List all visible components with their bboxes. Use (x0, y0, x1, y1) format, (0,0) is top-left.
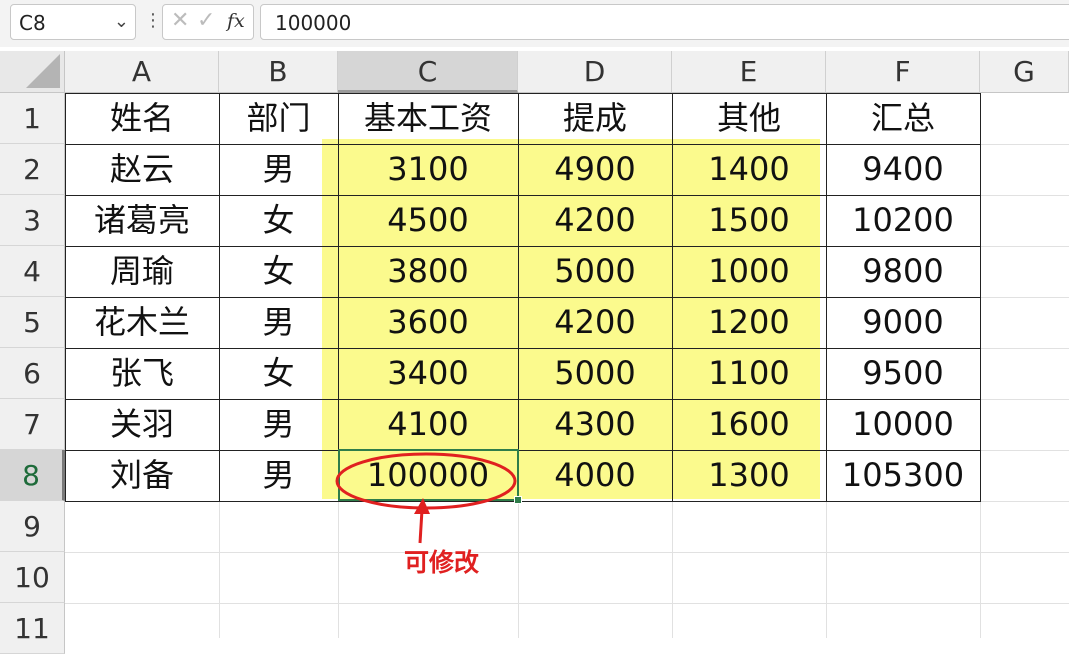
column-header-g[interactable]: G (980, 51, 1069, 93)
cancel-icon[interactable]: ✕ (171, 8, 189, 33)
cell-f7[interactable]: 10000 (826, 399, 980, 450)
cell-a8[interactable]: 刘备 (65, 450, 219, 501)
cell-c2[interactable]: 3100 (338, 144, 518, 195)
cell-b1[interactable]: 部门 (219, 93, 338, 144)
active-cell-c8[interactable] (338, 449, 519, 501)
gridline (65, 603, 1069, 604)
column-header-c[interactable]: C (338, 51, 518, 93)
row-header-2[interactable]: 2 (0, 144, 65, 195)
cell-f6[interactable]: 9500 (826, 348, 980, 399)
column-header-f[interactable]: F (826, 51, 980, 93)
cell-c5[interactable]: 3600 (338, 297, 518, 348)
row-header-4[interactable]: 4 (0, 246, 65, 297)
more-options-icon[interactable]: ⋮ (144, 10, 162, 31)
cell-e7[interactable]: 1600 (672, 399, 826, 450)
fx-icon[interactable]: fx (227, 10, 245, 32)
row-header-8[interactable]: 8 (0, 450, 65, 501)
cell-b5[interactable]: 男 (219, 297, 338, 348)
cell-a4[interactable]: 周瑜 (65, 246, 219, 297)
cell-e4[interactable]: 1000 (672, 246, 826, 297)
chevron-down-icon[interactable]: ⌄ (114, 11, 129, 32)
cell-c7[interactable]: 4100 (338, 399, 518, 450)
cell-f2[interactable]: 9400 (826, 144, 980, 195)
select-all-icon (26, 54, 60, 88)
cell-d3[interactable]: 4200 (518, 195, 672, 246)
row-header-3[interactable]: 3 (0, 195, 65, 246)
formula-bar: C8 ⌄ ⋮ ✕ ✓ fx 100000 (0, 0, 1069, 47)
formula-input[interactable]: 100000 (260, 4, 1069, 40)
cell-a3[interactable]: 诸葛亮 (65, 195, 219, 246)
cell-d5[interactable]: 4200 (518, 297, 672, 348)
cell-d7[interactable]: 4300 (518, 399, 672, 450)
cell-a2[interactable]: 赵云 (65, 144, 219, 195)
select-all-button[interactable] (0, 51, 65, 93)
annotation-arrow (418, 509, 424, 544)
cell-a5[interactable]: 花木兰 (65, 297, 219, 348)
cell-d6[interactable]: 5000 (518, 348, 672, 399)
cell-b4[interactable]: 女 (219, 246, 338, 297)
cell-e5[interactable]: 1200 (672, 297, 826, 348)
cell-a6[interactable]: 张飞 (65, 348, 219, 399)
row-header-9[interactable]: 9 (0, 501, 65, 552)
name-box-value: C8 (19, 11, 46, 35)
cell-c3[interactable]: 4500 (338, 195, 518, 246)
row-header-1[interactable]: 1 (0, 93, 65, 144)
cell-b8[interactable]: 男 (219, 450, 338, 501)
cell-d4[interactable]: 5000 (518, 246, 672, 297)
cell-f4[interactable]: 9800 (826, 246, 980, 297)
cell-d1[interactable]: 提成 (518, 93, 672, 144)
cell-c6[interactable]: 3400 (338, 348, 518, 399)
cell-e2[interactable]: 1400 (672, 144, 826, 195)
cell-c1[interactable]: 基本工资 (338, 93, 518, 144)
name-box[interactable]: C8 ⌄ (10, 4, 136, 40)
cell-d8[interactable]: 4000 (518, 450, 672, 501)
column-header-b[interactable]: B (219, 51, 338, 93)
gridline (65, 552, 1069, 553)
annotation-label: 可修改 (404, 548, 480, 577)
row-header-11[interactable]: 11 (0, 603, 65, 654)
cell-e6[interactable]: 1100 (672, 348, 826, 399)
column-header-d[interactable]: D (518, 51, 672, 93)
check-icon[interactable]: ✓ (197, 8, 215, 33)
cell-e3[interactable]: 1500 (672, 195, 826, 246)
row-header-10[interactable]: 10 (0, 552, 65, 603)
table-border (65, 501, 981, 502)
cell-c4[interactable]: 3800 (338, 246, 518, 297)
cell-f3[interactable]: 10200 (826, 195, 980, 246)
cell-d2[interactable]: 4900 (518, 144, 672, 195)
cell-b2[interactable]: 男 (219, 144, 338, 195)
cell-f8[interactable]: 105300 (826, 450, 980, 501)
cell-e8[interactable]: 1300 (672, 450, 826, 501)
row-header-7[interactable]: 7 (0, 399, 65, 450)
row-header-5[interactable]: 5 (0, 297, 65, 348)
column-header-e[interactable]: E (672, 51, 826, 93)
formula-buttons: ✕ ✓ fx (162, 4, 254, 40)
cell-b3[interactable]: 女 (219, 195, 338, 246)
cell-e1[interactable]: 其他 (672, 93, 826, 144)
cell-a1[interactable]: 姓名 (65, 93, 219, 144)
fill-handle[interactable] (514, 496, 522, 504)
column-header-a[interactable]: A (65, 51, 219, 93)
cell-f5[interactable]: 9000 (826, 297, 980, 348)
cell-b6[interactable]: 女 (219, 348, 338, 399)
cell-b7[interactable]: 男 (219, 399, 338, 450)
cell-a7[interactable]: 关羽 (65, 399, 219, 450)
cell-f1[interactable]: 汇总 (826, 93, 980, 144)
formula-value: 100000 (275, 11, 352, 35)
row-header-6[interactable]: 6 (0, 348, 65, 399)
